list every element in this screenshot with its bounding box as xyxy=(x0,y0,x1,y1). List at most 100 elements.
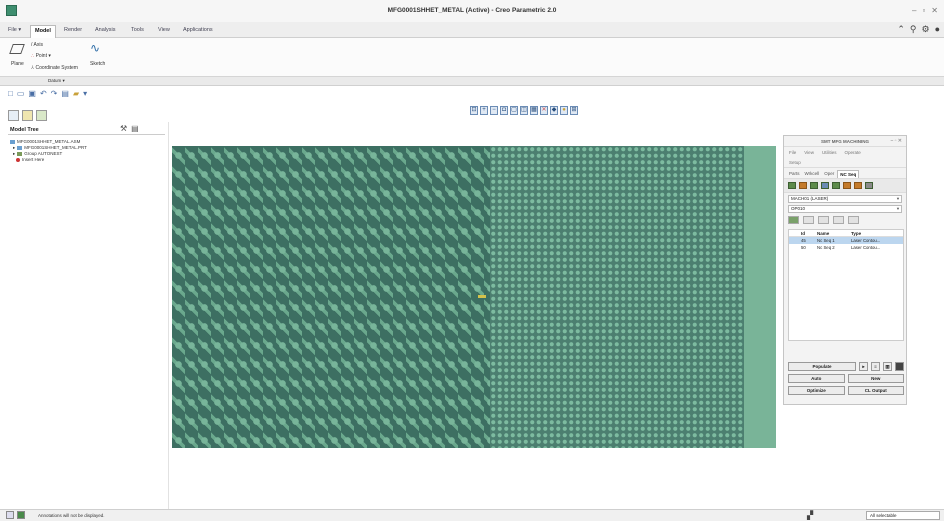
filter-icon[interactable]: ⊞ xyxy=(570,106,578,115)
sidebar-divider[interactable] xyxy=(168,122,169,512)
point-button[interactable]: ∴ Point ▾ xyxy=(31,53,51,59)
window-title: MFG0001SHHET_METAL (Active) - Creo Param… xyxy=(387,7,557,14)
panel-menu-operate[interactable]: Operate xyxy=(844,150,860,155)
title-bar: MFG0001SHHET_METAL (Active) - Creo Param… xyxy=(0,0,944,22)
repaint-icon[interactable]: ◘ xyxy=(500,106,508,115)
save-icon[interactable]: ▣ xyxy=(28,89,36,98)
collapse-ribbon-icon[interactable]: ⌃ xyxy=(897,24,905,35)
punch-icon[interactable] xyxy=(854,182,862,189)
tree-item-insert-here[interactable]: Insert Here xyxy=(10,157,87,163)
search-icon[interactable]: ⚲ xyxy=(910,24,917,35)
operation-icon[interactable] xyxy=(799,182,807,189)
panel-menu-view[interactable]: View xyxy=(804,150,814,155)
block-icon[interactable] xyxy=(895,362,904,371)
machine-select[interactable]: MACH01 (LASER) ▼ xyxy=(788,195,902,203)
plane-label[interactable]: Plane xyxy=(11,61,24,67)
open-icon[interactable]: ▭ xyxy=(17,89,25,98)
chevron-down-icon: ▼ xyxy=(896,196,900,201)
status-message: Annotations will not be displayed. xyxy=(38,513,105,518)
navigator-icon[interactable] xyxy=(17,511,25,519)
nest-icon[interactable] xyxy=(843,182,851,189)
tab-render[interactable]: Render xyxy=(60,25,86,38)
undo-icon[interactable]: ↶ xyxy=(40,89,47,98)
table-row[interactable]: 45 Nc Seq 1 Laser Contou... xyxy=(789,237,903,244)
new-icon[interactable]: □ xyxy=(8,89,13,98)
favorites-icon[interactable] xyxy=(36,110,47,121)
help-icon[interactable]: ● xyxy=(935,24,940,35)
list-icon[interactable]: ≡ xyxy=(871,362,880,371)
tab-model[interactable]: Model xyxy=(30,25,56,38)
zoom-out-icon[interactable]: − xyxy=(490,106,498,115)
zoom-in-icon[interactable]: + xyxy=(480,106,488,115)
move-down-icon[interactable] xyxy=(848,216,859,224)
datum-group-label[interactable]: Datum ▾ xyxy=(48,78,65,84)
col-type[interactable]: Type xyxy=(851,230,903,236)
panel-controls[interactable]: – ▫ ✕ xyxy=(890,136,902,147)
refit-icon[interactable]: ⊡ xyxy=(470,106,478,115)
add-sequence-icon[interactable] xyxy=(788,216,799,224)
spin-center-icon[interactable]: ● xyxy=(560,106,568,115)
ribbon-group-bar: Datum ▾ xyxy=(0,77,944,86)
selection-filter-select[interactable]: All selectable xyxy=(866,511,940,520)
operation-select[interactable]: OP010 ▼ xyxy=(788,205,902,213)
table-row[interactable]: 50 Nc Seq 2 Laser Contou... xyxy=(789,244,903,251)
tree-settings-icon[interactable]: ⚒ xyxy=(120,124,127,133)
tab-analysis[interactable]: Analysis xyxy=(91,25,119,38)
tool-icon[interactable] xyxy=(821,182,829,189)
layout-icon[interactable] xyxy=(6,511,14,519)
settings-icon[interactable]: ⚙ xyxy=(921,24,929,35)
folder-browser-icon[interactable] xyxy=(22,110,33,121)
move-up-icon[interactable] xyxy=(833,216,844,224)
graphics-canvas[interactable] xyxy=(172,146,776,448)
regenerate-icon[interactable]: ▤ xyxy=(61,89,69,98)
customize-icon[interactable]: ▾ xyxy=(83,89,87,98)
saved-views-icon[interactable]: ◫ xyxy=(520,106,528,115)
selection-filter-icon[interactable]: ▞ xyxy=(807,511,813,520)
plane-icon[interactable] xyxy=(9,44,25,54)
redo-icon[interactable]: ↷ xyxy=(51,89,58,98)
expand-icon[interactable]: ▸ xyxy=(13,151,15,157)
auto-button[interactable]: Auto xyxy=(788,374,845,383)
mfg-machining-panel: SMT MFG MACHINING – ▫ ✕ File View Utilit… xyxy=(783,135,907,405)
minimize-icon[interactable]: – xyxy=(912,6,916,15)
cl-output-button[interactable]: CL Output xyxy=(847,386,904,395)
coordinate-system-button[interactable]: ⅄ Coordinate System xyxy=(31,65,78,71)
panel-menu-file[interactable]: File xyxy=(789,150,796,155)
tab-applications[interactable]: Applications xyxy=(179,25,217,38)
view-manager-icon[interactable]: ▦ xyxy=(530,106,538,115)
table-icon[interactable] xyxy=(865,182,873,189)
new-button[interactable]: New xyxy=(847,374,904,383)
tree-view-icon[interactable] xyxy=(8,110,19,121)
fixture-icon[interactable] xyxy=(832,182,840,189)
tab-file[interactable]: File ▾ xyxy=(4,25,25,38)
sequence-icon[interactable] xyxy=(810,182,818,189)
windows-icon[interactable]: ▰ xyxy=(73,89,79,98)
tab-oper[interactable]: Oper xyxy=(822,170,836,178)
sketch-label[interactable]: Sketch xyxy=(90,61,105,67)
panel-setup[interactable]: Setup xyxy=(784,158,906,168)
populate-button[interactable]: Populate xyxy=(788,362,856,371)
tab-tools[interactable]: Tools xyxy=(127,25,148,38)
workcell-icon[interactable] xyxy=(788,182,796,189)
datum-display-icon[interactable]: ✕ xyxy=(540,106,548,115)
edit-sequence-icon[interactable] xyxy=(803,216,814,224)
model-tree: MFG0001SHHET_METAL.ASM ▸ MFG0001SHHET_ME… xyxy=(10,139,87,163)
tab-nc-seq[interactable]: NC Seq xyxy=(837,170,860,178)
select-arrow-icon[interactable]: ▸ xyxy=(859,362,868,371)
restore-icon[interactable]: ▫ xyxy=(922,6,925,15)
tab-view[interactable]: View xyxy=(154,25,174,38)
delete-sequence-icon[interactable] xyxy=(818,216,829,224)
col-name[interactable]: Name xyxy=(817,230,851,236)
tab-wrkcell[interactable]: Wrkcell xyxy=(803,170,822,178)
col-id[interactable]: Id xyxy=(789,230,817,236)
panel-menu-utilities[interactable]: Utilities xyxy=(822,150,837,155)
tree-columns-icon[interactable]: ▤ xyxy=(131,124,139,133)
grid-icon[interactable]: ▥ xyxy=(883,362,892,371)
tab-parts[interactable]: Parts xyxy=(787,170,802,178)
optimize-button[interactable]: Optimize xyxy=(788,386,845,395)
close-icon[interactable]: ✕ xyxy=(931,6,938,15)
display-style-icon[interactable]: ▢ xyxy=(510,106,518,115)
axis-button[interactable]: / Axis xyxy=(31,42,43,48)
sketch-icon[interactable]: ∿ xyxy=(90,41,100,55)
annotation-display-icon[interactable]: ◆ xyxy=(550,106,558,115)
